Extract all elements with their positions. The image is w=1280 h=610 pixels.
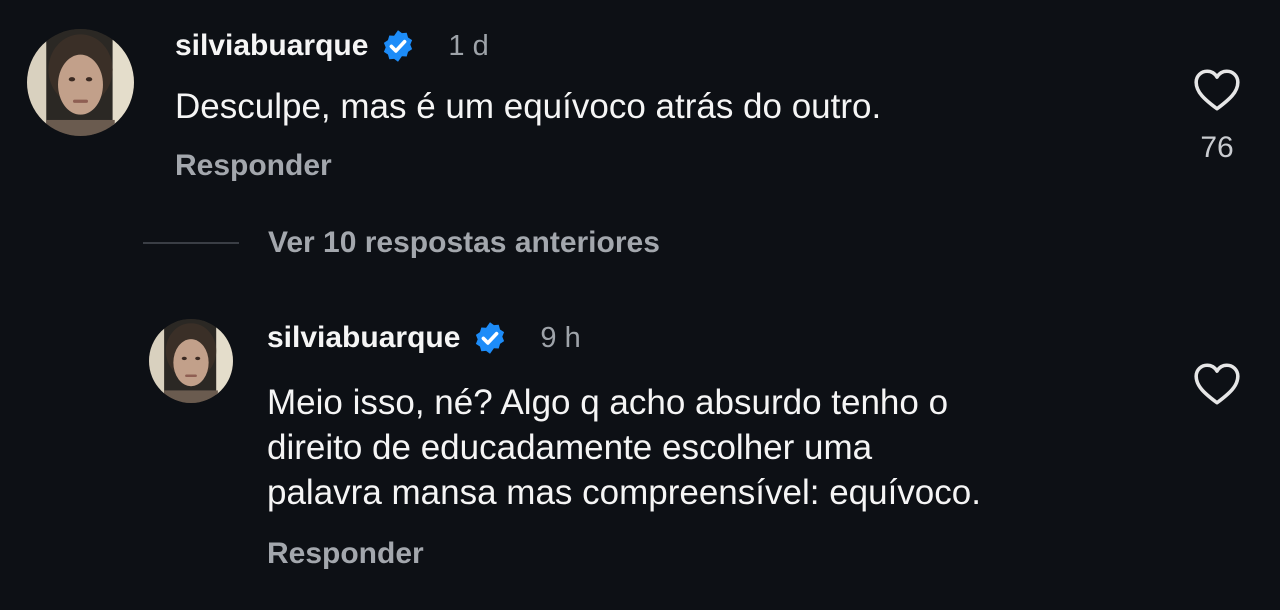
avatar[interactable]: [27, 29, 134, 136]
avatar-photo: [149, 319, 233, 403]
reply-button[interactable]: Responder: [267, 537, 424, 571]
verified-badge-icon: [380, 28, 416, 64]
reply-username[interactable]: silviabuarque: [267, 321, 460, 355]
comment-text: Desculpe, mas é um equívoco atrás do out…: [175, 87, 882, 126]
verified-badge-icon: [472, 320, 508, 356]
reply-timestamp: 9 h: [540, 321, 581, 354]
reply-button[interactable]: Responder: [175, 149, 332, 183]
comment-header: silviabuarque 1 d: [175, 26, 489, 66]
like-count: 76: [1200, 131, 1234, 164]
heart-outline-icon[interactable]: [1192, 361, 1242, 407]
divider-line: [143, 242, 239, 244]
reply-text: Meio isso, né? Algo q acho absurdo tenho…: [267, 383, 981, 512]
view-replies-label: Ver 10 respostas anteriores: [268, 226, 660, 259]
avatar-photo: [27, 29, 134, 136]
reply-header: silviabuarque 9 h: [267, 318, 581, 358]
timestamp: 1 d: [448, 29, 489, 62]
reply-avatar[interactable]: [149, 319, 233, 403]
username[interactable]: silviabuarque: [175, 29, 368, 63]
view-previous-replies-button[interactable]: Ver 10 respostas anteriores: [143, 226, 660, 260]
heart-outline-icon[interactable]: [1192, 67, 1242, 113]
